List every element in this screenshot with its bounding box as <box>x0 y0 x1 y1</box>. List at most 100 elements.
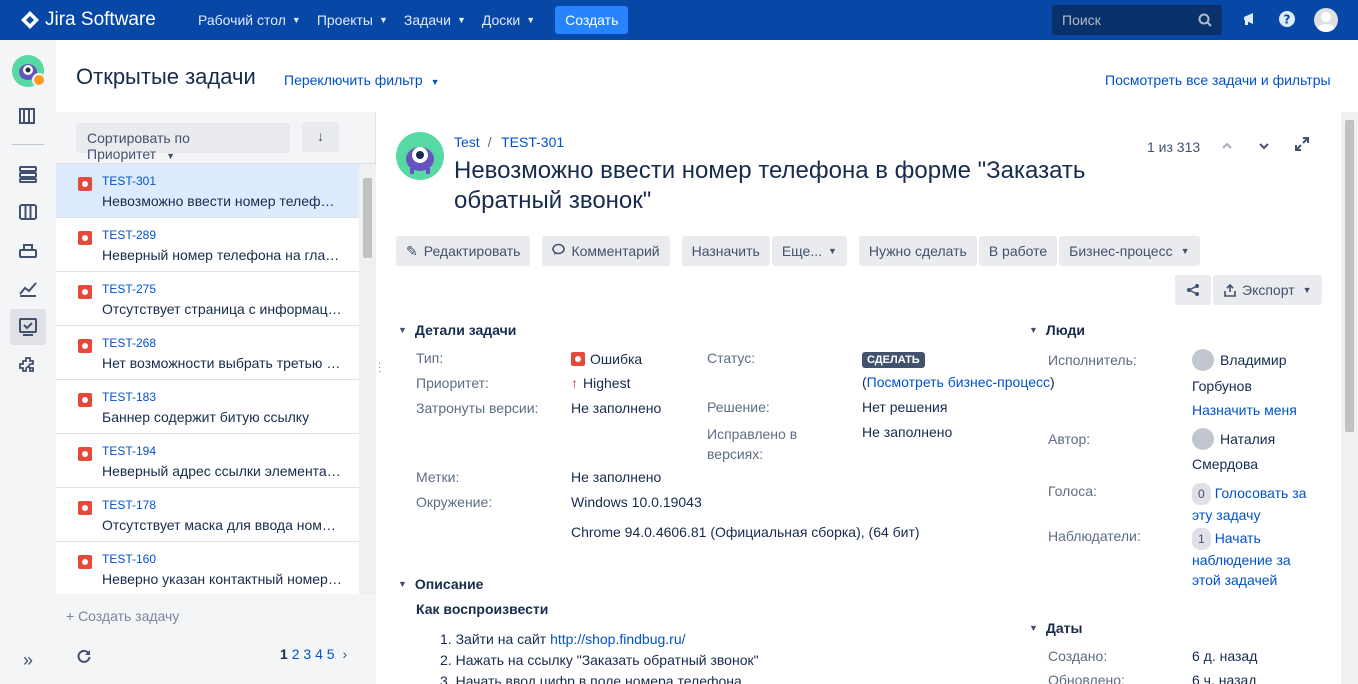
issue-key[interactable]: TEST-178 <box>102 498 156 512</box>
addons-icon[interactable] <box>16 354 40 378</box>
issue-key[interactable]: TEST-194 <box>102 444 156 458</box>
list-item[interactable]: TEST-268 Нет возможности выбрать третью о… <box>56 326 359 380</box>
issues-icon[interactable] <box>10 309 46 345</box>
bug-icon <box>571 352 585 366</box>
page-4[interactable]: 4 <box>315 646 323 662</box>
nav-issues[interactable]: Задачи ▼ <box>404 12 466 28</box>
page-2[interactable]: 2 <box>292 646 300 662</box>
next-issue-icon[interactable] <box>1258 139 1270 155</box>
assignee-name-2: Горбунов <box>1192 378 1252 394</box>
arrow-down-icon: ↓ <box>317 128 324 144</box>
roadmap-icon[interactable] <box>16 162 40 186</box>
issue-key[interactable]: TEST-301 <box>102 174 156 188</box>
issue-key[interactable]: TEST-289 <box>102 228 156 242</box>
vote-link-2[interactable]: эту задачу <box>1192 507 1260 523</box>
resolution-label: Решение: <box>707 399 770 415</box>
help-icon[interactable]: ? <box>1278 10 1296 31</box>
reports-icon[interactable] <box>16 276 40 300</box>
todo-button[interactable]: Нужно сделать <box>858 236 977 266</box>
nav-projects-label: Проекты <box>316 12 373 28</box>
list-item[interactable]: TEST-183 Баннер содержит битую ссылку <box>56 380 359 434</box>
scrollbar-thumb[interactable] <box>363 178 372 258</box>
watch-link-2[interactable]: наблюдение за <box>1192 552 1291 568</box>
next-page-icon[interactable]: › <box>342 646 347 662</box>
pagination: 1 2 3 4 5 › <box>280 646 347 662</box>
step-text: Нажать на ссылку "Заказать обратный звон… <box>455 652 759 668</box>
issue-key[interactable]: TEST-275 <box>102 282 156 296</box>
priority-highest-icon: ↑ <box>571 375 578 391</box>
people-section-toggle[interactable]: ▼ Люди <box>1029 322 1085 338</box>
environment-line-2: Chrome 94.0.4606.81 (Официальная сборка)… <box>571 524 920 540</box>
export-icon <box>1224 283 1236 297</box>
list-scrollbar[interactable] <box>359 164 376 594</box>
updated-label: Обновлено: <box>1048 672 1125 684</box>
view-workflow-link[interactable]: Посмотреть бизнес-процесс <box>867 374 1050 390</box>
create-issue-link[interactable]: + Создать задачу <box>66 608 179 624</box>
breadcrumb-project[interactable]: Test <box>454 134 480 150</box>
nav-dashboard[interactable]: Рабочий стол ▼ <box>198 12 301 28</box>
backlog-icon[interactable] <box>16 104 40 128</box>
list-item[interactable]: TEST-301 Невозможно ввести номер телефона… <box>56 164 359 218</box>
issue-key[interactable]: TEST-268 <box>102 336 156 350</box>
switch-filter-link[interactable]: Переключить фильтр ▼ <box>284 72 440 88</box>
assign-button[interactable]: Назначить <box>681 236 770 266</box>
watch-link-1[interactable]: Начать <box>1215 530 1261 546</box>
nav-projects[interactable]: Проекты ▼ <box>317 12 388 28</box>
issue-summary: Невозможно ввести номер телефона в форме… <box>102 193 342 209</box>
detail-scrollbar[interactable] <box>1341 112 1358 684</box>
reporter-name-2: Смердова <box>1192 456 1259 472</box>
create-button[interactable]: Создать <box>555 6 629 34</box>
watch-link-3[interactable]: этой задачей <box>1192 572 1277 588</box>
list-item[interactable]: TEST-289 Неверный номер телефона на главн… <box>56 218 359 272</box>
view-all-filters-link[interactable]: Посмотреть все задачи и фильтры <box>1105 72 1331 88</box>
breadcrumb-issue-key[interactable]: TEST-301 <box>501 134 564 150</box>
reporter-avatar <box>1192 428 1214 450</box>
list-item[interactable]: TEST-194 Неверный адрес ссылки элемента м… <box>56 434 359 488</box>
search-input[interactable]: Поиск <box>1052 5 1222 35</box>
expand-sidebar-icon[interactable]: » <box>16 648 40 672</box>
edit-button[interactable]: ✎ Редактировать <box>396 236 531 266</box>
notifications-icon[interactable] <box>1241 10 1259 31</box>
user-avatar[interactable] <box>1314 8 1338 32</box>
in-progress-button[interactable]: В работе <box>978 236 1058 266</box>
step-text: Начать ввод цифр в поле номера телефона <box>455 673 742 684</box>
nav-boards[interactable]: Доски ▼ <box>482 12 535 28</box>
bug-icon <box>78 231 92 245</box>
search-placeholder: Поиск <box>1062 12 1101 28</box>
assign-to-me-link[interactable]: Назначить меня <box>1192 402 1297 418</box>
more-button[interactable]: Еще... ▼ <box>771 236 847 266</box>
list-item[interactable]: TEST-178 Отсутствует маска для ввода номе… <box>56 488 359 542</box>
list-item[interactable]: TEST-160 Неверно указан контактный номер … <box>56 542 359 594</box>
vote-link-1[interactable]: Голосовать за <box>1215 485 1307 501</box>
description-section-toggle[interactable]: ▼ Описание <box>398 576 483 592</box>
issue-key[interactable]: TEST-160 <box>102 552 156 566</box>
details-section-toggle[interactable]: ▼ Детали задачи <box>398 322 516 338</box>
comment-button[interactable]: Комментарий <box>542 236 670 266</box>
step-link[interactable]: http://shop.findbug.ru/ <box>550 631 685 647</box>
page-3[interactable]: 3 <box>303 646 311 662</box>
jira-logo[interactable]: Jira Software <box>20 9 198 31</box>
refresh-icon[interactable] <box>76 648 92 667</box>
issue-key[interactable]: TEST-183 <box>102 390 156 404</box>
page-5[interactable]: 5 <box>327 646 335 662</box>
list-item[interactable]: TEST-275 Отсутствует страница с информаци… <box>56 272 359 326</box>
expand-icon[interactable] <box>1295 137 1309 154</box>
previous-issue-icon[interactable] <box>1221 139 1233 155</box>
watchers-label: Наблюдатели: <box>1048 528 1141 544</box>
releases-icon[interactable] <box>16 238 40 262</box>
search-icon <box>1198 13 1212 27</box>
issue-summary: Неверный номер телефона на главной стран… <box>102 247 342 263</box>
export-button[interactable]: Экспорт ▼ <box>1213 275 1322 305</box>
sort-dropdown[interactable]: Сортировать по Приоритет ▼ <box>76 123 290 162</box>
board-icon[interactable] <box>16 200 40 224</box>
fix-versions-label-line2: версиях: <box>707 446 764 462</box>
project-avatar[interactable] <box>12 55 46 87</box>
comment-label: Комментарий <box>571 243 660 259</box>
chevron-down-icon: ▼ <box>398 579 407 589</box>
dates-section-toggle[interactable]: ▼ Даты <box>1029 620 1083 636</box>
workflow-button[interactable]: Бизнес-процесс ▼ <box>1059 236 1200 266</box>
share-button[interactable] <box>1175 275 1211 305</box>
sort-direction-button[interactable]: ↓ <box>302 122 339 152</box>
scrollbar-thumb[interactable] <box>1345 120 1354 432</box>
page-1[interactable]: 1 <box>280 646 288 662</box>
